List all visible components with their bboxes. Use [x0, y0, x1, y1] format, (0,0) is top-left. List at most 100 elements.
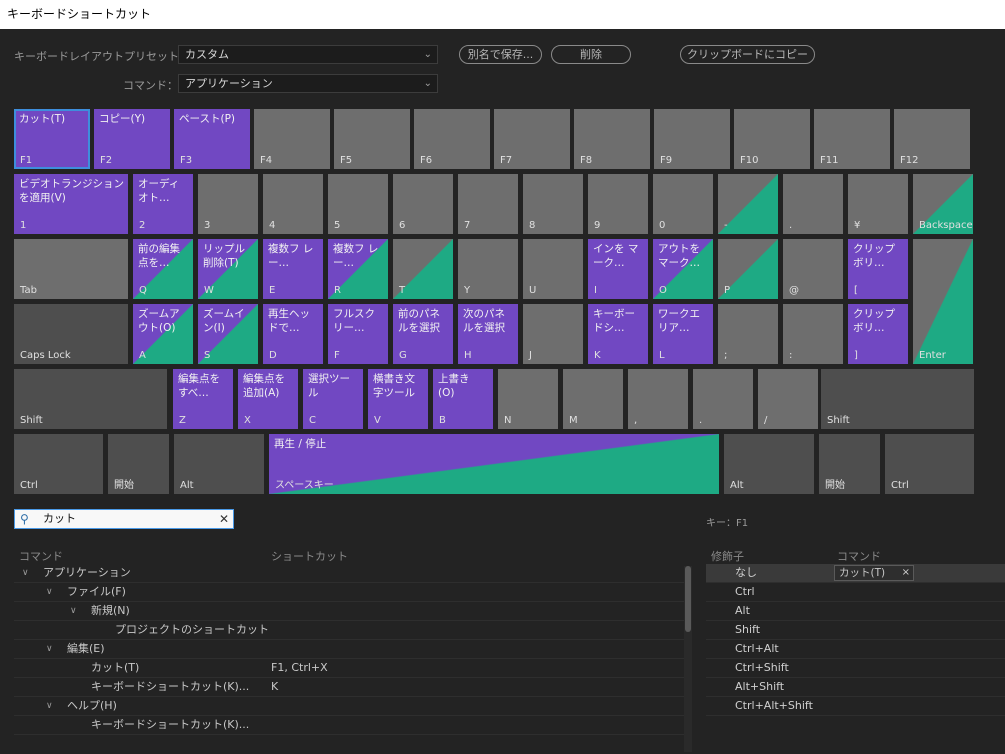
key-P[interactable]: P: [718, 239, 778, 299]
key-/[interactable]: /: [758, 369, 818, 429]
column-header-command[interactable]: コマンド: [19, 548, 63, 564]
modifier-row[interactable]: なし カット(T) ×: [706, 564, 1005, 583]
key-L[interactable]: ワークエ リア… L: [653, 304, 713, 364]
key-Q[interactable]: 前の編集 点を… Q: [133, 239, 193, 299]
table-row[interactable]: ∨ アプリケーション: [14, 564, 684, 583]
key-I[interactable]: インを マーク… I: [588, 239, 648, 299]
key-F11[interactable]: F11: [814, 109, 890, 169]
key-Backspace[interactable]: Backspace: [913, 174, 973, 234]
key-G[interactable]: 前のパネ ルを選択 G: [393, 304, 453, 364]
key-W[interactable]: リップル 削除(T) W: [198, 239, 258, 299]
key-:[interactable]: :: [783, 304, 843, 364]
key-Alt[interactable]: Alt: [174, 434, 264, 494]
key-U[interactable]: U: [523, 239, 583, 299]
key-Y[interactable]: Y: [458, 239, 518, 299]
key-Caps Lock[interactable]: Caps Lock: [14, 304, 128, 364]
key-F7[interactable]: F7: [494, 109, 570, 169]
key-Ctrl[interactable]: Ctrl: [14, 434, 103, 494]
key-H[interactable]: 次のパネ ルを選択 H: [458, 304, 518, 364]
key-9[interactable]: 9: [588, 174, 648, 234]
key-V[interactable]: 横書き文 字ツール V: [368, 369, 428, 429]
table-row[interactable]: キーボードショートカット(K)... K: [14, 678, 684, 697]
key-@[interactable]: @: [783, 239, 843, 299]
key-F5[interactable]: F5: [334, 109, 410, 169]
column-header-shortcut[interactable]: ショートカット: [271, 548, 348, 564]
key-Shift[interactable]: Shift: [14, 369, 167, 429]
modifier-row[interactable]: Ctrl: [706, 583, 1005, 602]
table-row[interactable]: ∨ 編集(E): [14, 640, 684, 659]
key-スペースキー[interactable]: 再生 / 停止 スペースキー: [269, 434, 719, 494]
key-0[interactable]: 0: [653, 174, 713, 234]
key-,[interactable]: ,: [628, 369, 688, 429]
key-D[interactable]: 再生ヘッ ドで… D: [263, 304, 323, 364]
key-O[interactable]: アウトを マーク… O: [653, 239, 713, 299]
assigned-command-tag[interactable]: カット(T) ×: [834, 565, 914, 581]
key-T[interactable]: T: [393, 239, 453, 299]
chevron-down-icon[interactable]: ∨: [46, 583, 53, 601]
key-E[interactable]: 複数フ レー… E: [263, 239, 323, 299]
key-J[interactable]: J: [523, 304, 583, 364]
key-F8[interactable]: F8: [574, 109, 650, 169]
key-.[interactable]: .: [693, 369, 753, 429]
command-list-scrollbar[interactable]: [684, 566, 692, 752]
key-.[interactable]: .: [783, 174, 843, 234]
table-row[interactable]: ∨ ヘルプ(H): [14, 697, 684, 716]
key-2[interactable]: オーディ オト… 2: [133, 174, 193, 234]
key-6[interactable]: 6: [393, 174, 453, 234]
key-F6[interactable]: F6: [414, 109, 490, 169]
modifier-row[interactable]: Ctrl+Alt: [706, 640, 1005, 659]
key-開始[interactable]: 開始: [108, 434, 169, 494]
key-C[interactable]: 選択ツー ル C: [303, 369, 363, 429]
chevron-down-icon[interactable]: ∨: [70, 602, 77, 620]
key-F2[interactable]: コピー(Y) F2: [94, 109, 170, 169]
key-Enter[interactable]: Enter: [913, 239, 973, 364]
key--[interactable]: -: [718, 174, 778, 234]
key-K[interactable]: キーボー ドシ… K: [588, 304, 648, 364]
modifier-row[interactable]: Shift: [706, 621, 1005, 640]
key-[[interactable]: クリップ ボリ… [: [848, 239, 908, 299]
key-F10[interactable]: F10: [734, 109, 810, 169]
key-F4[interactable]: F4: [254, 109, 330, 169]
modifier-row[interactable]: Alt+Shift: [706, 678, 1005, 697]
key-Tab[interactable]: Tab: [14, 239, 128, 299]
modifier-row[interactable]: Ctrl+Shift: [706, 659, 1005, 678]
key-5[interactable]: 5: [328, 174, 388, 234]
scrollbar-thumb[interactable]: [685, 566, 691, 632]
column-header-modifier[interactable]: 修飾子: [711, 548, 744, 564]
table-row[interactable]: ∨ ファイル(F): [14, 583, 684, 602]
key-Ctrl[interactable]: Ctrl: [885, 434, 974, 494]
column-header-mod-command[interactable]: コマンド: [837, 548, 881, 564]
chevron-down-icon[interactable]: ∨: [46, 697, 53, 715]
key-F12[interactable]: F12: [894, 109, 970, 169]
key-N[interactable]: N: [498, 369, 558, 429]
key-S[interactable]: ズームイ ン(I) S: [198, 304, 258, 364]
key-1[interactable]: ビデオトランジション を適用(V) 1: [14, 174, 128, 234]
modifier-row[interactable]: Alt: [706, 602, 1005, 621]
chevron-down-icon[interactable]: ∨: [46, 640, 53, 658]
table-row[interactable]: キーボードショートカット(K)...: [14, 716, 684, 735]
modifier-row[interactable]: Ctrl+Alt+Shift: [706, 697, 1005, 716]
key-Shift[interactable]: Shift: [821, 369, 974, 429]
table-row[interactable]: カット(T) F1, Ctrl+X: [14, 659, 684, 678]
key-F3[interactable]: ペースト(P) F3: [174, 109, 250, 169]
key-Alt[interactable]: Alt: [724, 434, 814, 494]
chevron-down-icon[interactable]: ∨: [22, 564, 29, 582]
key-R[interactable]: 複数フ レー… R: [328, 239, 388, 299]
key-F[interactable]: フルスク リー… F: [328, 304, 388, 364]
key-開始[interactable]: 開始: [819, 434, 880, 494]
search-input[interactable]: ⚲ カット ✕: [14, 509, 234, 529]
key-X[interactable]: 編集点を 追加(A) X: [238, 369, 298, 429]
remove-icon[interactable]: ×: [902, 566, 910, 580]
key-;[interactable]: ;: [718, 304, 778, 364]
key-3[interactable]: 3: [198, 174, 258, 234]
key-Z[interactable]: 編集点を すべ… Z: [173, 369, 233, 429]
table-row[interactable]: ∨ 新規(N): [14, 602, 684, 621]
key-¥[interactable]: ¥: [848, 174, 908, 234]
table-row[interactable]: プロジェクトのショートカット: [14, 621, 684, 640]
key-M[interactable]: M: [563, 369, 623, 429]
key-7[interactable]: 7: [458, 174, 518, 234]
key-4[interactable]: 4: [263, 174, 323, 234]
key-8[interactable]: 8: [523, 174, 583, 234]
key-B[interactable]: 上書き (O) B: [433, 369, 493, 429]
clear-icon[interactable]: ✕: [219, 510, 229, 528]
